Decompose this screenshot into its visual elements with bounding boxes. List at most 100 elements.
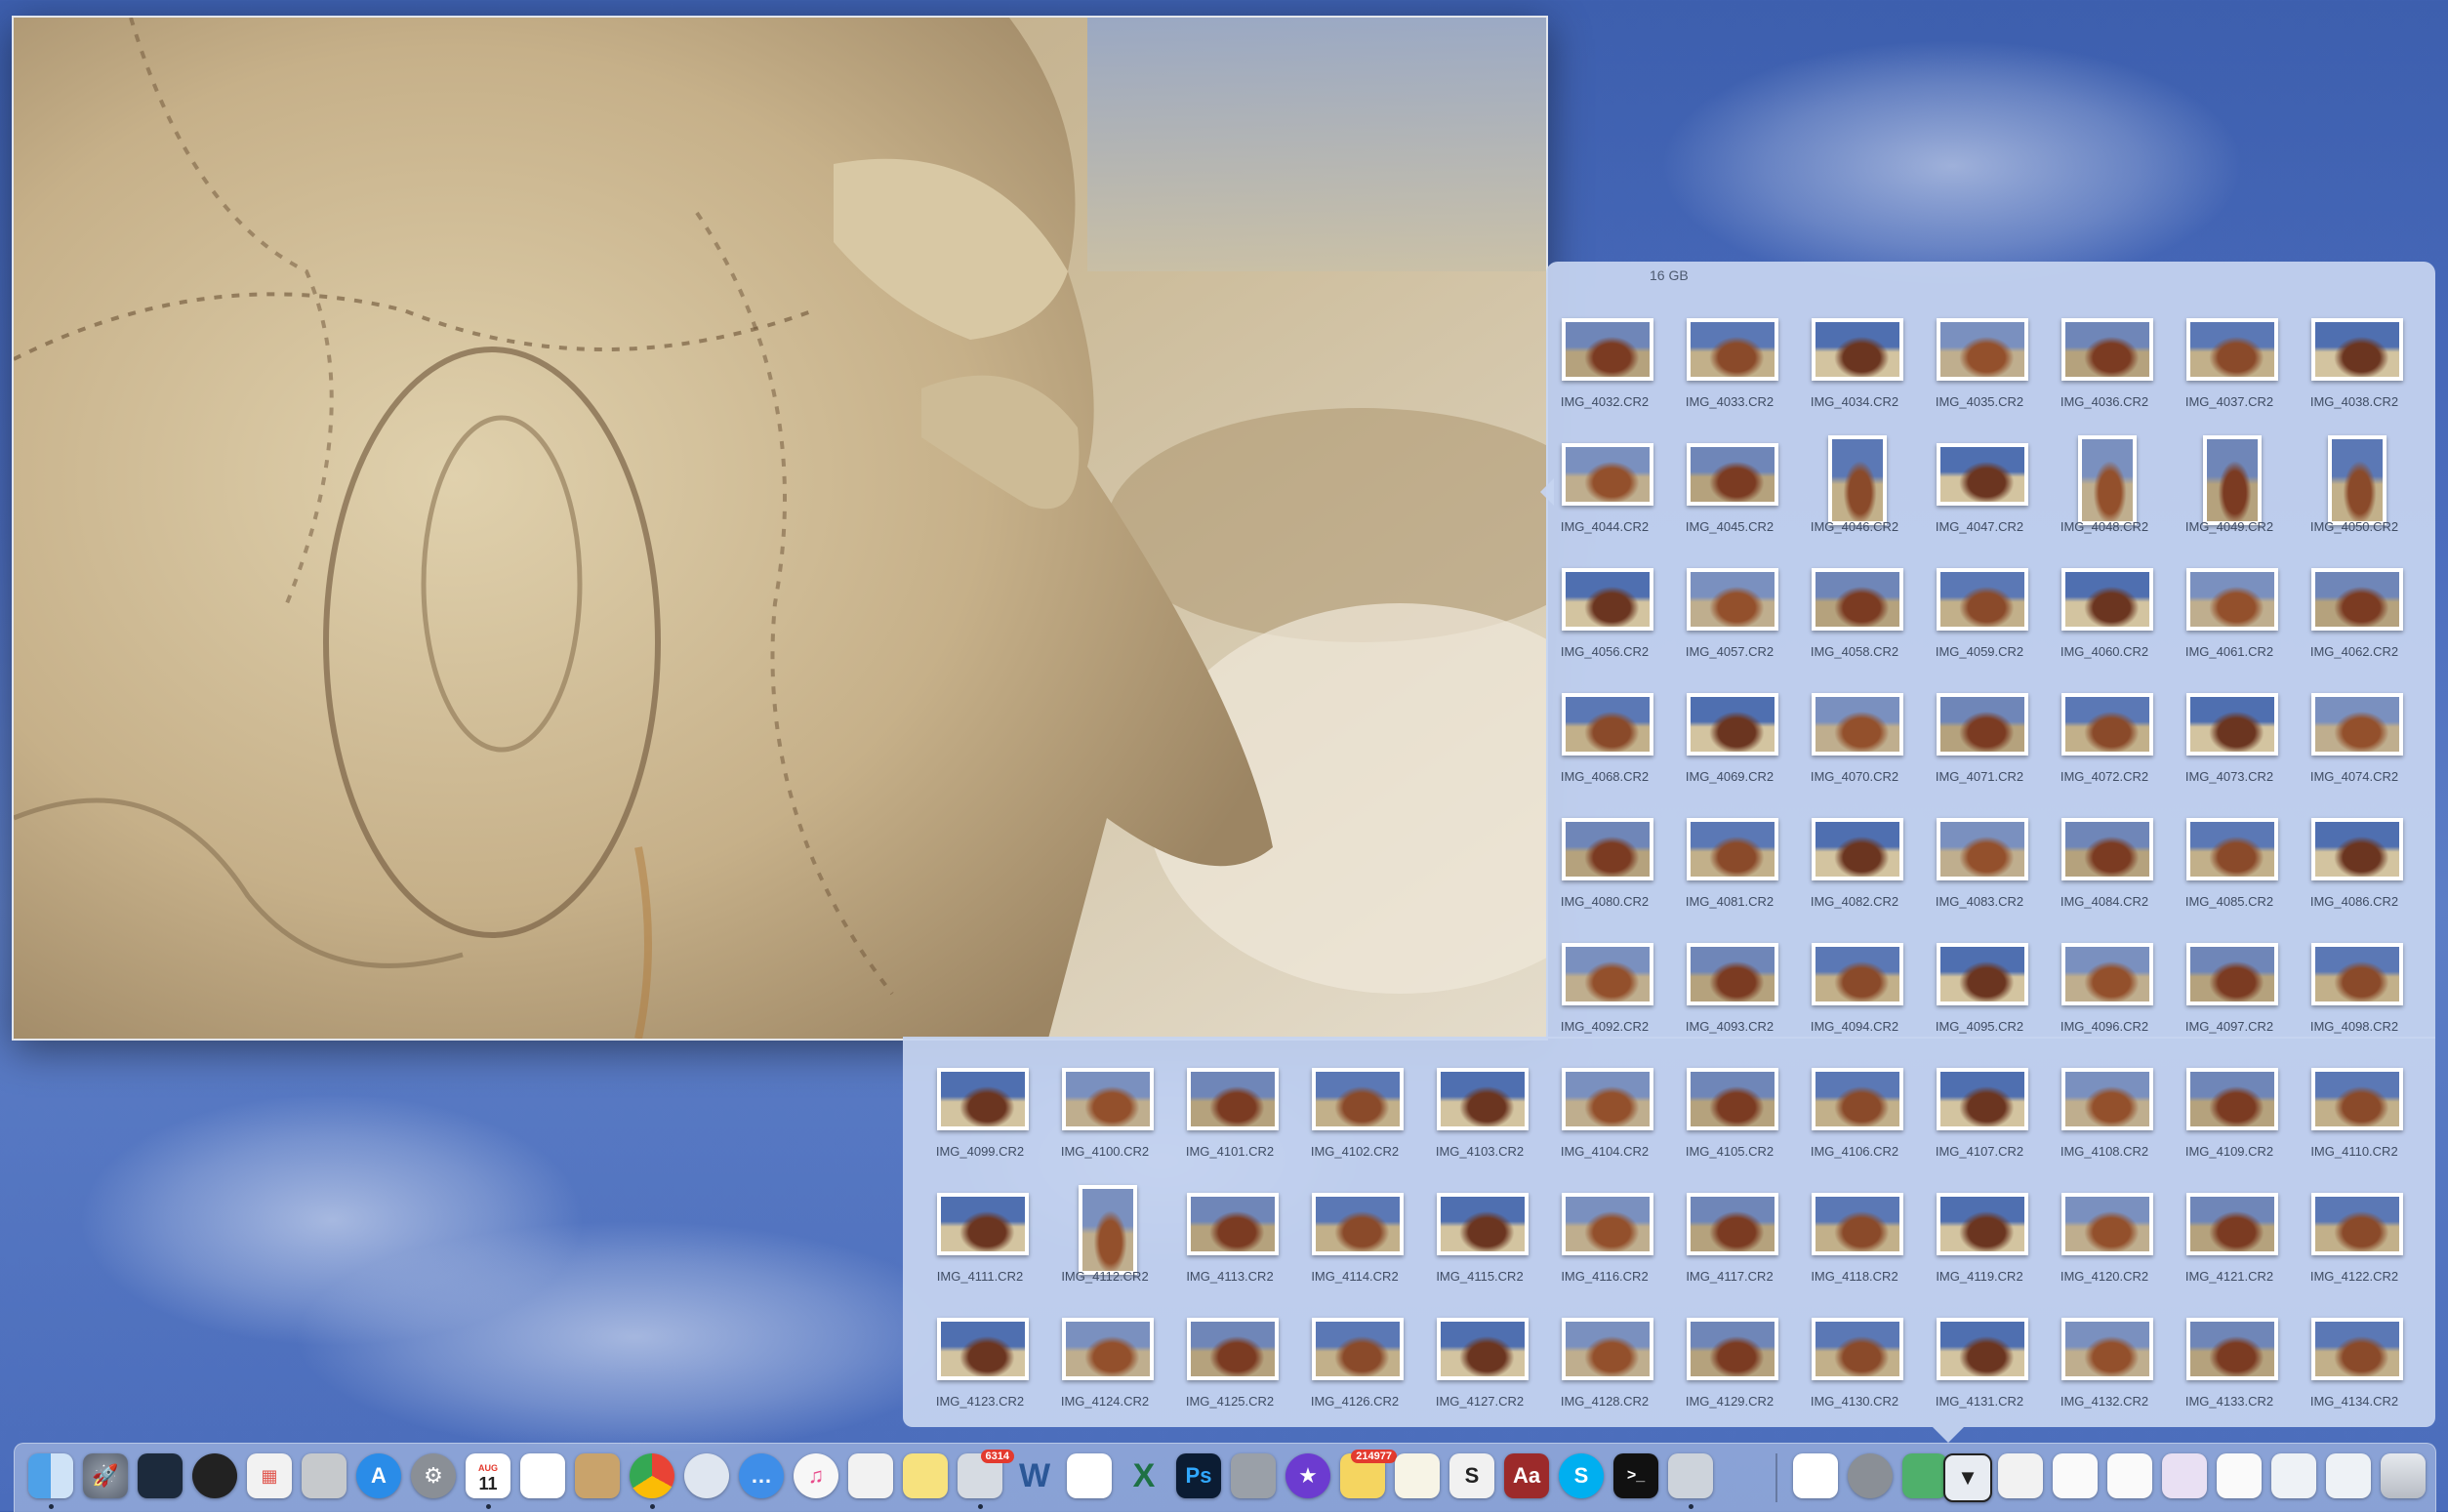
window-thumbnail-icon[interactable] <box>2271 1453 2316 1498</box>
skype-icon[interactable]: S <box>1559 1453 1604 1498</box>
stack-item[interactable]: IMG_4056.CR2 <box>1542 552 1667 677</box>
stack-item[interactable]: IMG_4130.CR2 <box>1792 1302 1917 1427</box>
finder-icon[interactable] <box>28 1453 73 1498</box>
stack-item[interactable]: IMG_4036.CR2 <box>2042 303 2167 428</box>
window-thumbnail-icon[interactable] <box>2053 1453 2098 1498</box>
textedit-icon[interactable] <box>848 1453 893 1498</box>
stack-item[interactable]: IMG_4128.CR2 <box>1542 1302 1667 1427</box>
mail-icon[interactable]: 214977 <box>1340 1450 1397 1498</box>
stack-item[interactable]: IMG_4120.CR2 <box>2042 1177 2167 1302</box>
stack-item[interactable]: IMG_4121.CR2 <box>2167 1177 2292 1302</box>
preview-app-icon[interactable] <box>302 1453 347 1498</box>
system-preferences-icon[interactable]: ⚙ <box>411 1453 456 1498</box>
itunes-icon[interactable]: ♫ <box>794 1453 838 1498</box>
stack-item[interactable]: IMG_4102.CR2 <box>1292 1052 1417 1177</box>
excel-icon[interactable]: X <box>1122 1453 1166 1498</box>
stack-item[interactable]: IMG_4126.CR2 <box>1292 1302 1417 1427</box>
stack-item[interactable]: IMG_4072.CR2 <box>2042 677 2167 802</box>
word-icon[interactable]: W <box>1012 1453 1057 1498</box>
stack-item[interactable]: IMG_4123.CR2 <box>918 1302 1042 1427</box>
stack-item[interactable]: IMG_4085.CR2 <box>2167 802 2292 927</box>
stack-item[interactable]: IMG_4069.CR2 <box>1667 677 1792 802</box>
stack-item[interactable]: IMG_4049.CR2 <box>2167 428 2292 552</box>
stack-item[interactable]: IMG_4046.CR2 <box>1792 428 1917 552</box>
reminders-icon[interactable] <box>520 1453 565 1498</box>
stack-item[interactable]: IMG_4115.CR2 <box>1417 1177 1542 1302</box>
scrivener-icon[interactable]: S <box>1449 1453 1494 1498</box>
stack-item[interactable]: IMG_4118.CR2 <box>1792 1177 1917 1302</box>
app-store-icon[interactable]: A <box>356 1453 401 1498</box>
stack-item[interactable]: IMG_4096.CR2 <box>2042 927 2167 1052</box>
stack-item[interactable]: IMG_4058.CR2 <box>1792 552 1917 677</box>
stickies-icon[interactable] <box>1395 1453 1440 1498</box>
stack-item[interactable]: IMG_4099.CR2 <box>918 1052 1042 1177</box>
stack-item[interactable]: IMG_4095.CR2 <box>1917 927 2042 1052</box>
disk-utility-icon[interactable] <box>1231 1453 1276 1498</box>
numbers-icon[interactable] <box>1067 1453 1112 1498</box>
notebook-icon[interactable] <box>575 1453 620 1498</box>
stack-item[interactable]: IMG_4111.CR2 <box>918 1177 1042 1302</box>
stack-item[interactable]: IMG_4068.CR2 <box>1542 677 1667 802</box>
stack-item[interactable]: IMG_4084.CR2 <box>2042 802 2167 927</box>
stack-item[interactable]: IMG_4098.CR2 <box>2292 927 2417 1052</box>
messages-icon[interactable]: … <box>739 1453 784 1498</box>
stack-item[interactable]: IMG_4105.CR2 <box>1667 1052 1792 1177</box>
stack-item[interactable]: IMG_4114.CR2 <box>1292 1177 1417 1302</box>
stack-item[interactable]: IMG_4117.CR2 <box>1667 1177 1792 1302</box>
stack-item[interactable]: IMG_4033.CR2 <box>1667 303 1792 428</box>
launchpad-icon[interactable]: 🚀 <box>83 1453 128 1498</box>
imovie-icon[interactable]: ★ <box>1285 1453 1330 1498</box>
mission-control-icon[interactable] <box>138 1453 183 1498</box>
stack-item[interactable]: IMG_4109.CR2 <box>2167 1052 2292 1177</box>
stack-item[interactable]: IMG_4082.CR2 <box>1792 802 1917 927</box>
opera-icon[interactable] <box>684 1453 729 1498</box>
stack-item[interactable]: IMG_4097.CR2 <box>2167 927 2292 1052</box>
stack-item[interactable]: IMG_4106.CR2 <box>1792 1052 1917 1177</box>
window-thumbnail-icon[interactable] <box>2217 1453 2262 1498</box>
stack-item[interactable]: IMG_4062.CR2 <box>2292 552 2417 677</box>
stack-item[interactable]: IMG_4080.CR2 <box>1542 802 1667 927</box>
stack-item[interactable]: IMG_4083.CR2 <box>1917 802 2042 927</box>
stack-item[interactable]: IMG_4044.CR2 <box>1542 428 1667 552</box>
stack-item[interactable]: IMG_4113.CR2 <box>1167 1177 1292 1302</box>
stack-item[interactable]: IMG_4060.CR2 <box>2042 552 2167 677</box>
dashboard-icon[interactable] <box>192 1453 237 1498</box>
stack-item[interactable]: IMG_4092.CR2 <box>1542 927 1667 1052</box>
downloads-stack-icon[interactable] <box>1998 1453 2043 1498</box>
app-grid-icon[interactable]: ▦ <box>247 1453 292 1498</box>
stack-item[interactable]: IMG_4048.CR2 <box>2042 428 2167 552</box>
stack-item[interactable]: IMG_4061.CR2 <box>2167 552 2292 677</box>
stack-item[interactable]: IMG_4103.CR2 <box>1417 1052 1542 1177</box>
calendar-icon[interactable]: AUG 11 <box>466 1453 510 1498</box>
stack-item[interactable]: IMG_4122.CR2 <box>2292 1177 2417 1302</box>
stack-item[interactable]: IMG_4132.CR2 <box>2042 1302 2167 1427</box>
stack-item[interactable]: IMG_4108.CR2 <box>2042 1052 2167 1177</box>
stack-item[interactable]: IMG_4127.CR2 <box>1417 1302 1542 1427</box>
image-capture-icon[interactable] <box>1668 1453 1713 1498</box>
chrome-icon[interactable] <box>630 1453 674 1498</box>
chevron-down-icon[interactable]: ▼ <box>1943 1453 1992 1502</box>
stack-item[interactable]: IMG_4038.CR2 <box>2292 303 2417 428</box>
stack-item[interactable]: IMG_4100.CR2 <box>1042 1052 1167 1177</box>
stack-item[interactable]: IMG_4034.CR2 <box>1792 303 1917 428</box>
stack-item[interactable]: IMG_4134.CR2 <box>2292 1302 2417 1427</box>
stack-item[interactable]: IMG_4104.CR2 <box>1542 1052 1667 1177</box>
window-thumbnail-icon[interactable] <box>2107 1453 2152 1498</box>
notes-icon[interactable] <box>903 1453 948 1498</box>
stack-item[interactable]: IMG_4133.CR2 <box>2167 1302 2292 1427</box>
stack-item[interactable]: IMG_4107.CR2 <box>1917 1052 2042 1177</box>
stack-item[interactable]: IMG_4124.CR2 <box>1042 1302 1167 1427</box>
preview-icon[interactable]: 6314 <box>958 1450 1014 1498</box>
stack-item[interactable]: IMG_4035.CR2 <box>1917 303 2042 428</box>
preferences-folder-icon[interactable] <box>1848 1453 1893 1498</box>
stack-item[interactable]: IMG_4047.CR2 <box>1917 428 2042 552</box>
stack-item[interactable]: IMG_4071.CR2 <box>1917 677 2042 802</box>
trash-icon[interactable] <box>2381 1453 2426 1498</box>
stack-item[interactable]: IMG_4101.CR2 <box>1167 1052 1292 1177</box>
stack-item[interactable]: IMG_4125.CR2 <box>1167 1302 1292 1427</box>
stack-item[interactable]: IMG_4032.CR2 <box>1542 303 1667 428</box>
stack-item[interactable]: IMG_4094.CR2 <box>1792 927 1917 1052</box>
window-thumbnail-icon[interactable] <box>2326 1453 2371 1498</box>
stack-item[interactable]: IMG_4059.CR2 <box>1917 552 2042 677</box>
stack-item[interactable]: IMG_4081.CR2 <box>1667 802 1792 927</box>
